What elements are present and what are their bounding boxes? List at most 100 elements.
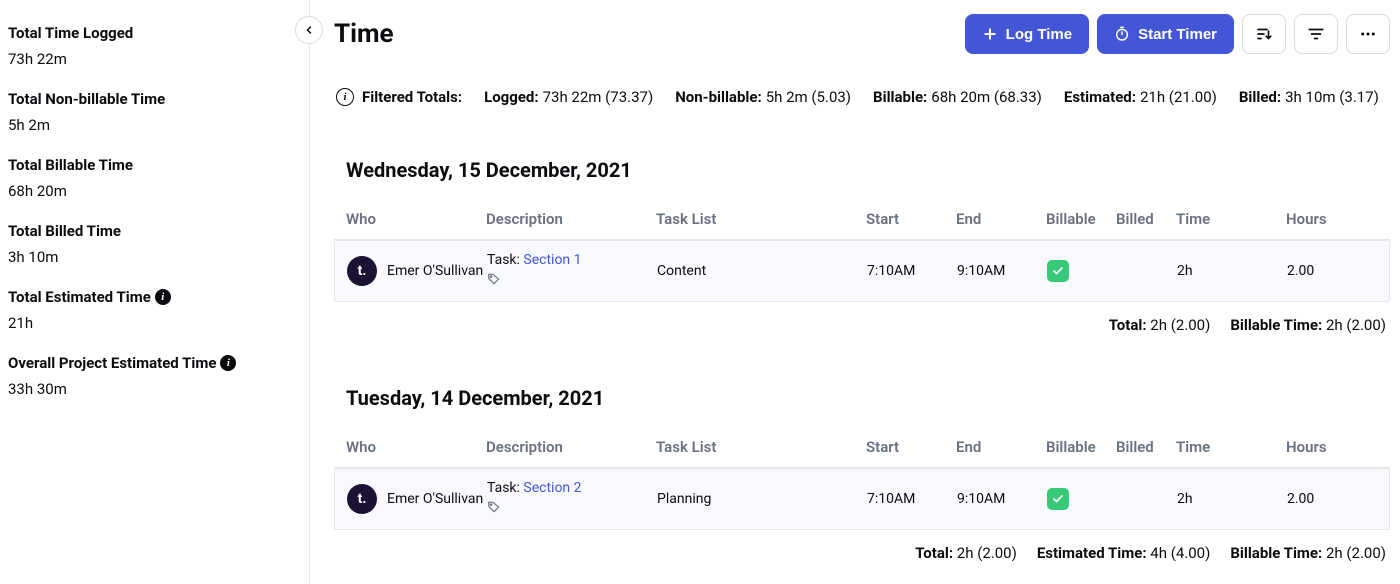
filtered-billable: Billable: 68h 20m (68.33)	[873, 88, 1042, 106]
info-icon[interactable]: i	[155, 289, 171, 305]
col-who: Who	[346, 210, 486, 228]
footer-total: Total: 2h (2.00)	[1109, 316, 1211, 334]
col-hours: Hours	[1286, 210, 1346, 228]
stat-value: 5h 2m	[8, 116, 282, 134]
start-cell: 7:10AM	[867, 491, 957, 507]
avatar	[347, 256, 377, 286]
hours-cell: 2.00	[1287, 491, 1347, 507]
stat-nonbillable: Total Non-billable Time 5h 2m	[8, 90, 282, 134]
who-name: Emer O'Sullivan	[387, 491, 483, 507]
filtered-totals-bar: i Filtered Totals: Logged: 73h 22m (73.3…	[334, 88, 1390, 106]
stat-billable: Total Billable Time 68h 20m	[8, 156, 282, 200]
ellipsis-icon	[1359, 25, 1377, 43]
more-options-button[interactable]	[1346, 14, 1390, 54]
stat-label: Total Billable Time	[8, 156, 133, 174]
stat-label: Overall Project Estimated Time	[8, 354, 216, 372]
billable-check-icon	[1047, 260, 1069, 282]
filtered-totals-label: Filtered Totals:	[362, 88, 462, 106]
col-end: End	[956, 438, 1046, 456]
col-time: Time	[1176, 210, 1286, 228]
stat-overall-estimated: Overall Project Estimated Time i 33h 30m	[8, 354, 282, 398]
col-end: End	[956, 210, 1046, 228]
log-time-label: Log Time	[1006, 26, 1072, 43]
day-group: Tuesday, 14 December, 2021 Who Descripti…	[334, 386, 1390, 562]
stat-value: 21h	[8, 314, 282, 332]
end-cell: 9:10AM	[957, 491, 1047, 507]
filtered-estimated: Estimated: 21h (21.00)	[1064, 88, 1217, 106]
col-description: Description	[486, 438, 656, 456]
stat-total-logged: Total Time Logged 73h 22m	[8, 24, 282, 68]
col-hours: Hours	[1286, 438, 1346, 456]
stopwatch-icon	[1114, 26, 1130, 42]
col-description: Description	[486, 210, 656, 228]
who-name: Emer O'Sullivan	[387, 263, 483, 279]
col-time: Time	[1176, 438, 1286, 456]
day-footer-totals: Total: 2h (2.00) Estimated Time: 4h (4.0…	[334, 544, 1390, 562]
col-start: Start	[866, 210, 956, 228]
col-billed: Billed	[1116, 438, 1176, 456]
stat-label: Total Time Logged	[8, 24, 133, 42]
billable-check-icon	[1047, 488, 1069, 510]
stat-value: 3h 10m	[8, 248, 282, 266]
stat-label: Total Billed Time	[8, 222, 121, 240]
info-icon[interactable]: i	[336, 88, 354, 106]
footer-billable: Billable Time: 2h (2.00)	[1230, 544, 1386, 562]
col-billable: Billable	[1046, 438, 1116, 456]
col-who: Who	[346, 438, 486, 456]
col-task-list: Task List	[656, 438, 866, 456]
page-title: Time	[334, 19, 957, 49]
summary-sidebar: Total Time Logged 73h 22m Total Non-bill…	[0, 0, 300, 584]
stat-value: 68h 20m	[8, 182, 282, 200]
filtered-logged: Logged: 73h 22m (73.37)	[484, 88, 653, 106]
stat-billed: Total Billed Time 3h 10m	[8, 222, 282, 266]
main-content: Time Log Time Start Timer i	[310, 0, 1400, 584]
stat-value: 33h 30m	[8, 380, 282, 398]
time-cell: 2h	[1177, 491, 1287, 507]
end-cell: 9:10AM	[957, 263, 1047, 279]
tag-icon[interactable]	[487, 272, 657, 291]
start-timer-label: Start Timer	[1138, 26, 1217, 43]
day-heading: Tuesday, 14 December, 2021	[334, 386, 1390, 410]
col-task-list: Task List	[656, 210, 866, 228]
task-list-cell: Content	[657, 263, 867, 279]
log-time-button[interactable]: Log Time	[965, 14, 1089, 54]
day-footer-totals: Total: 2h (2.00) Billable Time: 2h (2.00…	[334, 316, 1390, 334]
tag-icon[interactable]	[487, 500, 657, 519]
sort-icon	[1255, 25, 1273, 43]
stat-value: 73h 22m	[8, 50, 282, 68]
col-start: Start	[866, 438, 956, 456]
start-timer-button[interactable]: Start Timer	[1097, 14, 1234, 54]
filtered-billed: Billed: 3h 10m (3.17)	[1239, 88, 1379, 106]
time-log-table: Who Description Task List Start End Bill…	[334, 198, 1390, 302]
hours-cell: 2.00	[1287, 263, 1347, 279]
sort-button[interactable]	[1242, 14, 1286, 54]
table-row[interactable]: Emer O'Sullivan Task: Section 1 Content …	[334, 240, 1390, 302]
filter-icon	[1307, 25, 1325, 43]
info-icon[interactable]: i	[220, 355, 236, 371]
task-link[interactable]: Section 2	[523, 480, 581, 496]
footer-billable: Billable Time: 2h (2.00)	[1230, 316, 1386, 334]
task-link[interactable]: Section 1	[523, 252, 581, 268]
collapse-sidebar-button[interactable]	[295, 16, 323, 44]
stat-label: Total Non-billable Time	[8, 90, 165, 108]
avatar	[347, 484, 377, 514]
footer-estimated: Estimated Time: 4h (4.00)	[1037, 544, 1211, 562]
day-heading: Wednesday, 15 December, 2021	[334, 158, 1390, 182]
time-log-table: Who Description Task List Start End Bill…	[334, 426, 1390, 530]
start-cell: 7:10AM	[867, 263, 957, 279]
table-header: Who Description Task List Start End Bill…	[334, 426, 1390, 468]
time-cell: 2h	[1177, 263, 1287, 279]
filtered-nonbillable: Non-billable: 5h 2m (5.03)	[675, 88, 851, 106]
table-row[interactable]: Emer O'Sullivan Task: Section 2 Planning…	[334, 468, 1390, 530]
sidebar-divider	[300, 0, 310, 584]
table-header: Who Description Task List Start End Bill…	[334, 198, 1390, 240]
day-group: Wednesday, 15 December, 2021 Who Descrip…	[334, 158, 1390, 334]
task-prefix: Task:	[487, 480, 523, 496]
plus-icon	[982, 26, 998, 42]
filter-button[interactable]	[1294, 14, 1338, 54]
topbar: Time Log Time Start Timer	[334, 14, 1390, 54]
chevron-left-icon	[303, 24, 315, 36]
footer-total: Total: 2h (2.00)	[915, 544, 1017, 562]
col-billable: Billable	[1046, 210, 1116, 228]
stat-estimated: Total Estimated Time i 21h	[8, 288, 282, 332]
